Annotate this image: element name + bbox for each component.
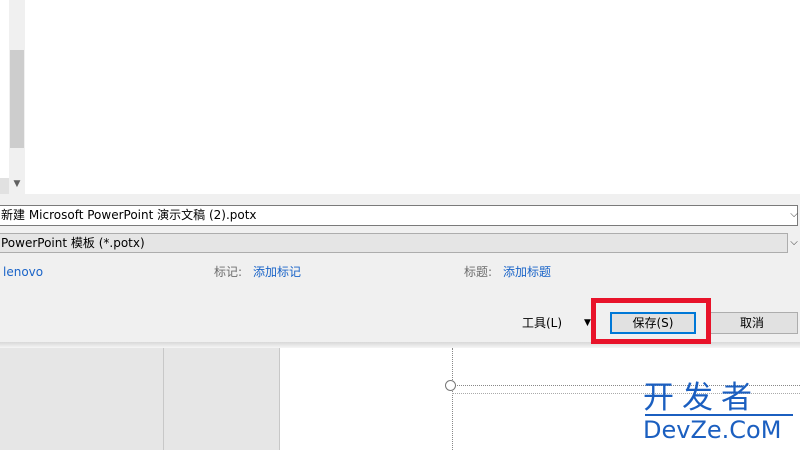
placeholder-border — [452, 348, 453, 450]
add-tags-link[interactable]: 添加标记 — [253, 264, 301, 280]
cancel-button[interactable]: 取消 — [706, 312, 798, 334]
author-link[interactable]: lenovo — [3, 264, 43, 280]
horizontal-scrollbar-stub[interactable] — [0, 178, 9, 194]
slide-thumbnail-pane-secondary — [164, 348, 280, 450]
filetype-select[interactable]: PowerPoint 模板 (*.potx) — [0, 233, 788, 253]
title-label: 标题: — [464, 265, 493, 279]
file-list-area[interactable] — [0, 0, 800, 194]
watermark-chinese: 开发者 — [643, 380, 760, 416]
triangle-down-icon[interactable]: ▼ — [584, 312, 594, 334]
watermark-latin: DevZe.CoM — [643, 416, 782, 444]
save-button[interactable]: 保存(S) — [610, 312, 696, 334]
slide-thumbnail-pane — [0, 348, 164, 450]
chevron-down-icon[interactable]: ⌵ — [788, 236, 800, 250]
chevron-down-icon[interactable]: ▼ — [12, 178, 22, 190]
scrollbar-thumb[interactable] — [10, 50, 24, 148]
chevron-down-icon[interactable]: ⌵ — [788, 208, 800, 222]
filename-input[interactable]: 新建 Microsoft PowerPoint 演示文稿 (2).potx — [0, 205, 798, 226]
rotate-handle-icon[interactable] — [445, 380, 456, 391]
tags-label: 标记: — [214, 265, 243, 279]
add-title-link[interactable]: 添加标题 — [503, 264, 551, 280]
